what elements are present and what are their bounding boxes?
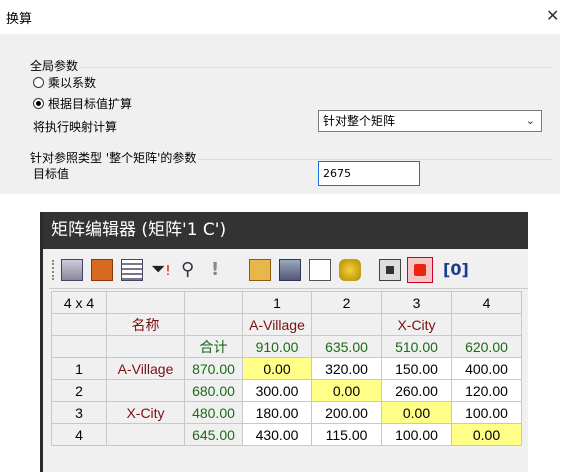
column-number[interactable]: 2 xyxy=(311,291,382,314)
save-copy-icon[interactable] xyxy=(279,259,301,281)
matrix-corner: 4 x 4 xyxy=(51,291,107,314)
matrix-cell[interactable]: 300.00 xyxy=(242,379,312,402)
matrix-cell[interactable]: 180.00 xyxy=(242,401,312,424)
mapping-select-value: 针对整个矩阵 xyxy=(323,114,396,128)
mapping-label: 将执行映射计算 xyxy=(33,120,118,134)
matrix-cell[interactable]: 430.00 xyxy=(242,423,312,446)
name-header: 名称 xyxy=(106,313,185,336)
target-label: 目标值 xyxy=(33,167,70,181)
table-row: 2 680.00 300.00 0.00 260.00 120.00 xyxy=(51,379,522,402)
matrix-cell[interactable]: 100.00 xyxy=(451,401,522,424)
matrix-cell[interactable]: 200.00 xyxy=(311,401,382,424)
row-number[interactable]: 3 xyxy=(51,401,107,424)
blank-header xyxy=(51,335,107,358)
column-total: 910.00 xyxy=(242,335,312,358)
settings-icon[interactable] xyxy=(91,259,113,281)
copy-icon[interactable] xyxy=(309,259,331,281)
blank-header xyxy=(106,291,185,314)
matrix-cell[interactable]: 0.00 xyxy=(381,401,452,424)
matrix-cell[interactable]: 0.00 xyxy=(451,423,522,446)
multiply-label: 乘以系数 xyxy=(48,76,97,90)
row-total: 870.00 xyxy=(184,357,243,380)
record-icon[interactable] xyxy=(407,257,433,283)
column-number[interactable]: 3 xyxy=(381,291,452,314)
row-name xyxy=(106,423,185,446)
multiply-radio[interactable] xyxy=(33,77,44,88)
matrix-cell[interactable]: 150.00 xyxy=(381,357,452,380)
editor-toolbar: ⏷! ⚲ ! [0] xyxy=(49,252,528,289)
table-row: 1 A-Village 870.00 0.00 320.00 150.00 40… xyxy=(51,357,522,380)
matrix-cell[interactable]: 320.00 xyxy=(311,357,382,380)
blank-header xyxy=(106,335,185,358)
chevron-down-icon: ⌄ xyxy=(525,114,535,127)
dialog-title: 换算 xyxy=(6,12,33,27)
column-number[interactable]: 1 xyxy=(242,291,312,314)
row-total: 645.00 xyxy=(184,423,243,446)
bracket-zero-icon[interactable]: [0] xyxy=(443,259,473,281)
blank-header xyxy=(184,313,243,336)
row-number[interactable]: 2 xyxy=(51,379,107,402)
alert-icon[interactable]: ! xyxy=(211,259,233,281)
expand-radio[interactable] xyxy=(33,98,44,109)
close-icon[interactable]: ✕ xyxy=(546,6,559,25)
list-icon[interactable] xyxy=(121,259,143,281)
column-total: 620.00 xyxy=(451,335,522,358)
column-name xyxy=(451,313,522,336)
row-total: 680.00 xyxy=(184,379,243,402)
matrix-cell[interactable]: 0.00 xyxy=(242,357,312,380)
row-total: 480.00 xyxy=(184,401,243,424)
matrix-cell[interactable]: 120.00 xyxy=(451,379,522,402)
matrix-cell[interactable]: 400.00 xyxy=(451,357,522,380)
row-name: X-City xyxy=(106,401,185,424)
global-group-title: 全局参数 xyxy=(28,57,81,74)
table-row: 4 645.00 430.00 115.00 100.00 0.00 xyxy=(51,423,522,446)
column-name: A-Village xyxy=(242,313,312,336)
total-header: 合计 xyxy=(184,335,243,358)
column-name xyxy=(311,313,382,336)
editor-title: 矩阵编辑器 (矩阵'1 C') xyxy=(43,212,528,249)
row-name: A-Village xyxy=(106,357,185,380)
open-folder-icon[interactable] xyxy=(249,259,271,281)
database-icon[interactable] xyxy=(339,259,361,281)
filter-icon[interactable]: ⏷! xyxy=(151,259,173,281)
column-total: 510.00 xyxy=(381,335,452,358)
binoculars-icon[interactable]: ⚲ xyxy=(181,259,203,281)
target-value-input[interactable]: 2675 xyxy=(318,161,420,186)
column-number[interactable]: 4 xyxy=(451,291,522,314)
table-icon[interactable] xyxy=(61,259,83,281)
mapping-select[interactable]: 针对整个矩阵 ⌄ xyxy=(318,110,542,132)
row-number[interactable]: 4 xyxy=(51,423,107,446)
column-name: X-City xyxy=(381,313,452,336)
table-row: 3 X-City 480.00 180.00 200.00 0.00 100.0… xyxy=(51,401,522,424)
column-total: 635.00 xyxy=(311,335,382,358)
expand-label: 根据目标值扩算 xyxy=(48,97,133,111)
matrix-cell[interactable]: 260.00 xyxy=(381,379,452,402)
matrix-cell[interactable]: 0.00 xyxy=(311,379,382,402)
stop-icon[interactable] xyxy=(379,259,401,281)
global-group-border xyxy=(30,67,552,68)
blank-header xyxy=(51,313,107,336)
toolbar-grip[interactable] xyxy=(52,260,57,280)
matrix-grid: 4 x 4 1 2 3 4 名称 A-Village X-City 合计 910… xyxy=(51,291,522,446)
row-name xyxy=(106,379,185,402)
matrix-editor: 矩阵编辑器 (矩阵'1 C') ⏷! ⚲ ! [0] 4 x 4 1 2 3 4… xyxy=(40,212,528,472)
matrix-cell[interactable]: 100.00 xyxy=(381,423,452,446)
matrix-cell[interactable]: 115.00 xyxy=(311,423,382,446)
row-number[interactable]: 1 xyxy=(51,357,107,380)
ref-group-title: 针对参照类型 '整个矩阵'的参数 xyxy=(28,149,199,166)
blank-header xyxy=(184,291,243,314)
